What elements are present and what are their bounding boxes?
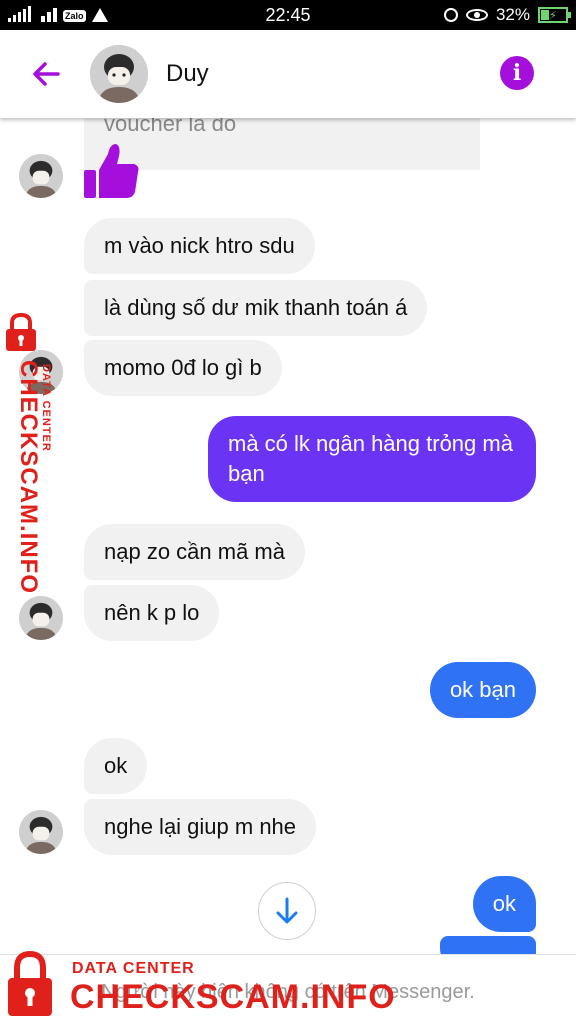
message-outgoing[interactable]: mà có lk ngân hàng trỏng mà bạn — [208, 416, 536, 502]
battery-percent: 32% — [495, 5, 530, 24]
alarm-icon — [443, 8, 458, 22]
watermark-bottom: DATA CENTER CHECKSCAM.INFO — [0, 950, 576, 1024]
like-thumb-icon[interactable] — [84, 140, 140, 200]
watermark-site: CHECKSCAM.INFO — [15, 360, 42, 594]
message-text: mà có lk ngân hàng trỏng mà bạn — [228, 431, 513, 486]
message-incoming[interactable]: là dùng số dư mik thanh toán á — [84, 280, 428, 336]
message-text: momo 0đ lo gì b — [104, 355, 262, 380]
arrow-left-icon[interactable] — [28, 56, 64, 92]
message-list[interactable]: voucher là đó m vào nick htro sdu là dùn… — [0, 118, 576, 954]
message-text: m vào nick htro sdu — [104, 233, 295, 258]
status-bar: Zalo 22:45 32% ⚡ — [0, 0, 576, 30]
contact-avatar[interactable] — [90, 45, 148, 103]
conversation-header: Duy i — [0, 30, 576, 118]
eye-icon — [465, 9, 488, 21]
message-text: ok bạn — [449, 677, 516, 702]
sender-avatar[interactable] — [19, 596, 63, 640]
message-text: nghe lại giup m nhe — [104, 814, 297, 839]
contact-name[interactable]: Duy — [166, 60, 209, 88]
message-outgoing[interactable]: ok bạn — [429, 662, 536, 718]
watermark-side: CHECKSCAM.INFO DATA CENTER — [2, 312, 62, 594]
message-incoming[interactable]: nghe lại giup m nhe — [84, 799, 317, 855]
message-text: voucher là đó — [104, 118, 237, 136]
watermark-label: DATA CENTER — [40, 364, 52, 452]
message-text: là dùng số dư mik thanh toán á — [104, 295, 408, 320]
sender-avatar[interactable] — [19, 810, 63, 854]
message-text: ok — [492, 891, 516, 916]
message-incoming[interactable]: m vào nick htro sdu — [84, 218, 315, 274]
message-outgoing[interactable]: ok — [472, 876, 536, 932]
sender-avatar[interactable] — [19, 154, 63, 198]
message-incoming[interactable]: nạp zo cần mã mà — [84, 524, 305, 580]
lock-icon — [6, 312, 36, 351]
info-icon[interactable]: i — [500, 56, 534, 90]
message-text: ok — [104, 753, 128, 778]
message-incoming[interactable]: ok — [84, 738, 148, 794]
message-text: nên k p lo — [104, 600, 200, 625]
scroll-to-bottom-button[interactable] — [258, 882, 316, 940]
watermark-label: DATA CENTER — [72, 960, 195, 977]
watermark-site: CHECKSCAM.INFO — [70, 978, 396, 1016]
message-incoming[interactable]: voucher là đó — [84, 118, 480, 170]
battery-charging-icon: ⚡ — [538, 7, 571, 23]
message-incoming[interactable]: momo 0đ lo gì b — [84, 340, 282, 396]
lock-icon — [8, 950, 52, 1016]
message-incoming[interactable]: nên k p lo — [84, 585, 220, 641]
message-text: nạp zo cần mã mà — [104, 539, 285, 564]
